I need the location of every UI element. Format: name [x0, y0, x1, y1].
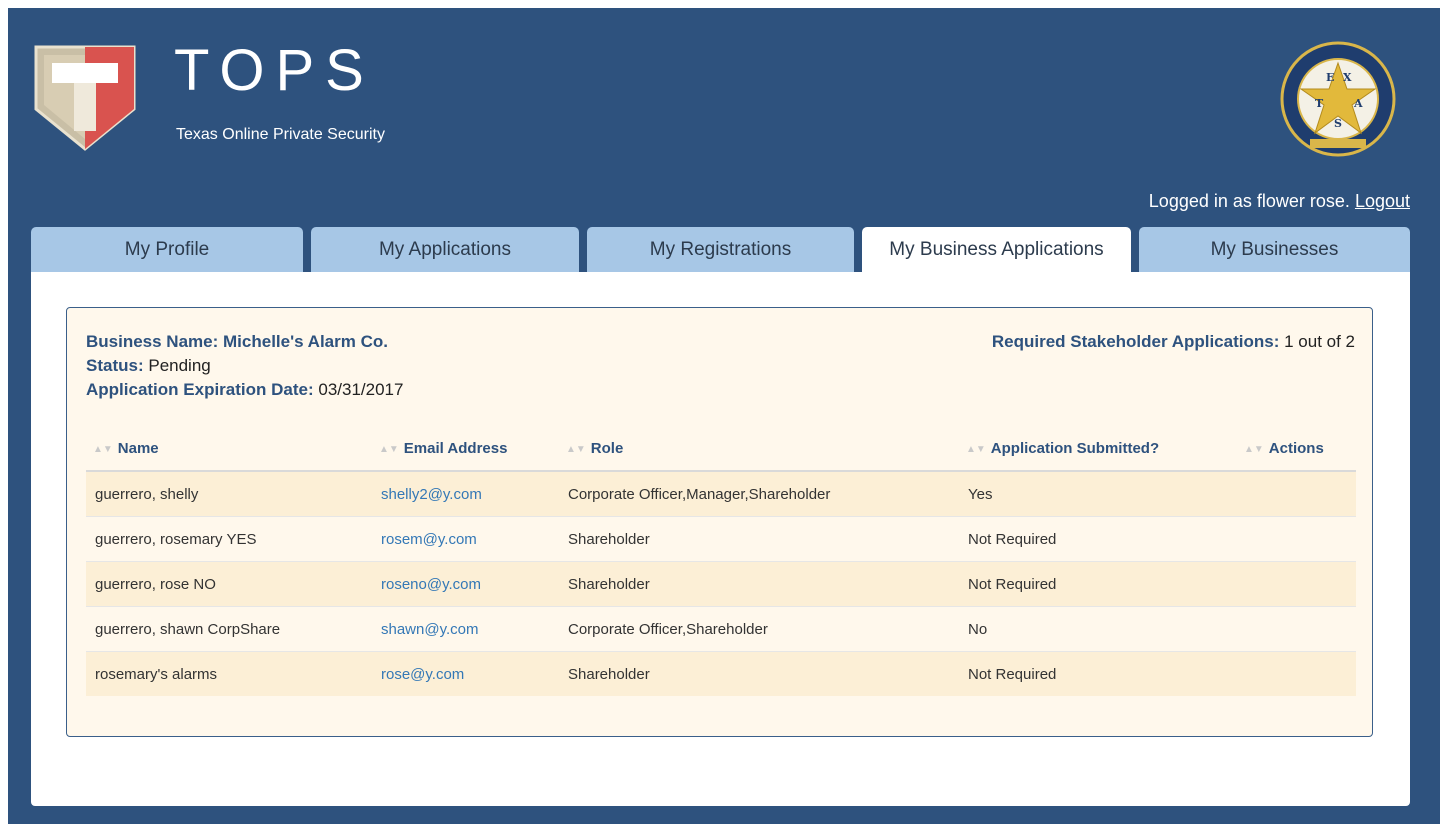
business-name-label: Business Name:	[86, 332, 219, 351]
sort-icon: ▲▼	[93, 443, 113, 455]
cell-role: Shareholder	[559, 561, 959, 607]
status-row: Status: Pending	[86, 354, 403, 378]
email-link[interactable]: roseno@y.com	[381, 576, 481, 593]
sort-icon: ▲▼	[379, 443, 399, 455]
cell-actions	[1237, 606, 1356, 652]
cell-role: Shareholder	[559, 516, 959, 562]
login-text: Logged in as flower rose.	[1148, 191, 1350, 211]
cell-actions	[1237, 516, 1356, 562]
status-value: Pending	[148, 356, 211, 375]
cell-actions	[1237, 651, 1356, 696]
table-row: guerrero, rose NO roseno@y.com Sharehold…	[86, 561, 1356, 607]
cell-name: guerrero, shelly	[86, 470, 372, 517]
tab-my-businesses[interactable]: My Businesses	[1139, 227, 1410, 272]
cell-role: Corporate Officer,Manager,Shareholder	[559, 470, 959, 517]
cell-role: Corporate Officer,Shareholder	[559, 606, 959, 652]
required-label: Required Stakeholder Applications:	[991, 332, 1280, 351]
table-row: rosemary's alarms rose@y.com Shareholder…	[86, 651, 1356, 696]
cell-submitted: Not Required	[959, 516, 1237, 562]
email-link[interactable]: shawn@y.com	[381, 621, 478, 638]
cell-name: guerrero, shawn CorpShare	[86, 606, 372, 652]
table-row: guerrero, shawn CorpShare shawn@y.com Co…	[86, 606, 1356, 652]
business-name-value: Michelle's Alarm Co.	[223, 332, 388, 351]
content-panel: Business Name: Michelle's Alarm Co. Stat…	[31, 272, 1410, 806]
svg-text:E: E	[1326, 71, 1334, 84]
cell-email: rose@y.com	[372, 651, 559, 696]
table-row: guerrero, shelly shelly2@y.com Corporate…	[86, 470, 1356, 517]
logout-link[interactable]: Logout	[1355, 191, 1410, 211]
tops-logo	[34, 45, 136, 151]
column-header-role[interactable]: ▲▼ Role	[559, 426, 959, 472]
cell-submitted: Not Required	[959, 651, 1237, 696]
column-header-email[interactable]: ▲▼ Email Address	[372, 426, 559, 472]
cell-email: shelly2@y.com	[372, 470, 559, 517]
cell-email: rosem@y.com	[372, 516, 559, 562]
required-value: 1 out of 2	[1284, 332, 1355, 351]
dps-seal: E X T A S	[1280, 41, 1396, 157]
tab-bar: My Profile My Applications My Registrati…	[0, 227, 1448, 272]
cell-name: rosemary's alarms	[86, 651, 372, 696]
cell-submitted: No	[959, 606, 1237, 652]
expiration-label: Application Expiration Date:	[86, 380, 314, 399]
cell-name: guerrero, rosemary YES	[86, 516, 372, 562]
cell-submitted: Yes	[959, 470, 1237, 517]
email-link[interactable]: rosem@y.com	[381, 531, 477, 548]
tab-my-profile[interactable]: My Profile	[31, 227, 303, 272]
expiration-value: 03/31/2017	[318, 380, 404, 399]
tab-my-business-applications[interactable]: My Business Applications	[862, 227, 1131, 272]
table-row: guerrero, rosemary YES rosem@y.com Share…	[86, 516, 1356, 562]
brand-title: TOPS	[174, 38, 375, 103]
required-stakeholders: Required Stakeholder Applications: 1 out…	[992, 330, 1355, 354]
sort-icon: ▲▼	[966, 443, 986, 455]
status-label: Status:	[86, 356, 144, 375]
svg-text:S: S	[1334, 117, 1342, 130]
business-name-row: Business Name: Michelle's Alarm Co.	[86, 330, 403, 354]
cell-email: shawn@y.com	[372, 606, 559, 652]
svg-text:T: T	[1315, 97, 1324, 110]
brand-subtitle: Texas Online Private Security	[176, 126, 385, 143]
sort-icon: ▲▼	[566, 443, 586, 455]
cell-role: Shareholder	[559, 651, 959, 696]
table-header-row: ▲▼ Name ▲▼ Email Address ▲▼ Role ▲▼ Applicat…	[86, 426, 1356, 472]
business-application-card: Business Name: Michelle's Alarm Co. Stat…	[66, 307, 1373, 737]
cell-name: guerrero, rose NO	[86, 561, 372, 607]
email-link[interactable]: shelly2@y.com	[381, 486, 482, 503]
tab-my-applications[interactable]: My Applications	[311, 227, 579, 272]
svg-text:A: A	[1353, 97, 1363, 110]
tab-my-registrations[interactable]: My Registrations	[587, 227, 854, 272]
cell-actions	[1237, 470, 1356, 517]
email-link[interactable]: rose@y.com	[381, 666, 464, 683]
column-header-name[interactable]: ▲▼ Name	[86, 426, 372, 472]
column-header-submitted[interactable]: ▲▼ Application Submitted?	[959, 426, 1237, 472]
cell-submitted: Not Required	[959, 561, 1237, 607]
column-header-actions[interactable]: ▲▼ Actions	[1237, 426, 1356, 472]
svg-text:X: X	[1343, 71, 1352, 84]
cell-actions	[1237, 561, 1356, 607]
business-info: Business Name: Michelle's Alarm Co. Stat…	[86, 330, 403, 402]
stakeholder-table: ▲▼ Name ▲▼ Email Address ▲▼ Role ▲▼ Applicat…	[86, 426, 1356, 696]
expiration-row: Application Expiration Date: 03/31/2017	[86, 378, 403, 402]
login-status: Logged in as flower rose. Logout	[1149, 191, 1410, 212]
cell-email: roseno@y.com	[372, 561, 559, 607]
sort-icon: ▲▼	[1244, 443, 1264, 455]
